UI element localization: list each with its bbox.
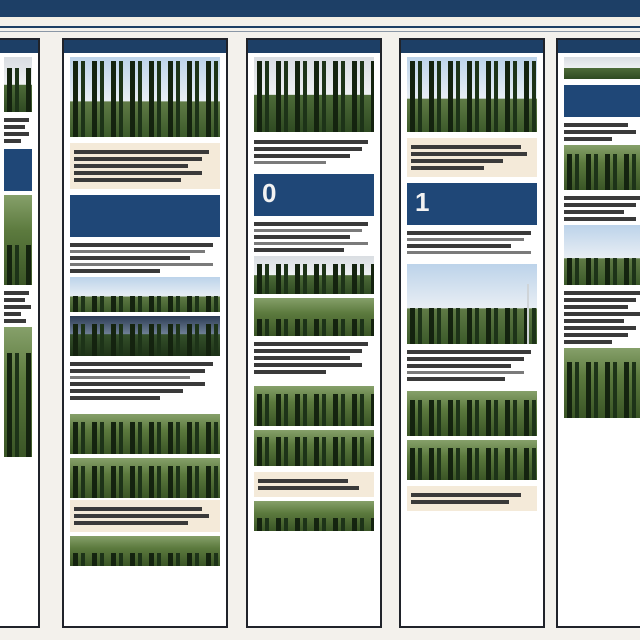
- article-text: [407, 231, 537, 254]
- blue-number-card: [4, 149, 32, 191]
- forest-photo: [564, 145, 640, 190]
- forest-photo: [4, 195, 32, 285]
- forest-photo: [4, 327, 32, 457]
- column-header: [64, 40, 226, 53]
- column-header: [401, 40, 543, 53]
- forest-photo: [4, 57, 32, 112]
- header-banner: [0, 0, 640, 20]
- caption-box: [254, 472, 374, 497]
- collage-page: 0 1: [0, 0, 640, 640]
- forest-photo: [254, 430, 374, 466]
- forest-photo: [254, 256, 374, 294]
- forest-photo: [70, 458, 220, 498]
- header-rule-thin: [0, 31, 640, 32]
- caption-box: [407, 486, 537, 511]
- caption-box: [70, 500, 220, 532]
- forest-photo: [70, 57, 220, 137]
- forest-photo: [254, 501, 374, 531]
- grass-photo: [254, 298, 374, 336]
- forest-photo: [407, 440, 537, 480]
- article-text: [4, 118, 32, 143]
- article-text: [254, 222, 374, 252]
- header-photo: [564, 57, 640, 79]
- article-text: [564, 196, 640, 221]
- park-photo: [564, 225, 640, 285]
- column-header: [248, 40, 380, 53]
- article-text: [254, 342, 374, 374]
- forest-photo: [70, 316, 220, 356]
- blue-number-card: 1: [407, 183, 537, 225]
- card-number: 0: [262, 178, 277, 208]
- forest-photo: [407, 57, 537, 132]
- caption-box: [407, 138, 537, 177]
- article-text: [4, 291, 32, 323]
- article-text: [70, 243, 220, 273]
- article-text: [254, 140, 374, 164]
- forest-photo: [254, 386, 374, 426]
- forest-photo: [70, 414, 220, 454]
- building-photo: [70, 277, 220, 312]
- grass-photo: [407, 391, 537, 436]
- article-text: [564, 291, 640, 344]
- article-text: [564, 123, 640, 141]
- card-number: 1: [415, 187, 430, 217]
- column-panel: 1: [399, 38, 545, 628]
- column-header: [0, 40, 38, 53]
- forest-photo: [70, 536, 220, 566]
- column-panel: 0: [246, 38, 382, 628]
- blue-number-card: [70, 195, 220, 237]
- article-text: [407, 350, 537, 381]
- column-header: [558, 40, 640, 53]
- header-rule: [0, 26, 640, 28]
- forest-photo: [564, 348, 640, 418]
- article-text: [70, 362, 220, 400]
- blue-number-card: [564, 85, 640, 117]
- blue-number-card: 0: [254, 174, 374, 216]
- column-panel: [0, 38, 40, 628]
- column-panel: [62, 38, 228, 628]
- caption-box: [70, 143, 220, 189]
- forest-photo: [254, 57, 374, 132]
- park-photo: [407, 264, 537, 344]
- column-panel: [556, 38, 640, 628]
